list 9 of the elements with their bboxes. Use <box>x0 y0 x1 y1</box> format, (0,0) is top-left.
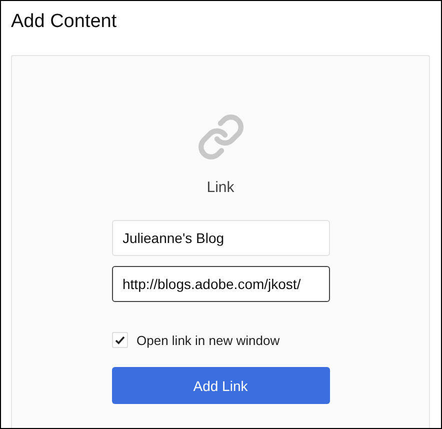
add-link-button[interactable]: Add Link <box>112 367 330 404</box>
text-field[interactable]: Julieanne's Blog <box>112 220 330 256</box>
content-type-label: Link <box>206 179 234 196</box>
checkbox-label: Open link in new window <box>136 332 280 348</box>
window-title: Add Content <box>11 10 118 34</box>
link-icon <box>196 113 244 161</box>
text-field[interactable]: http://blogs.adobe.com/jkost/ <box>112 266 330 302</box>
check-icon <box>114 334 126 346</box>
checkbox[interactable] <box>112 332 128 348</box>
